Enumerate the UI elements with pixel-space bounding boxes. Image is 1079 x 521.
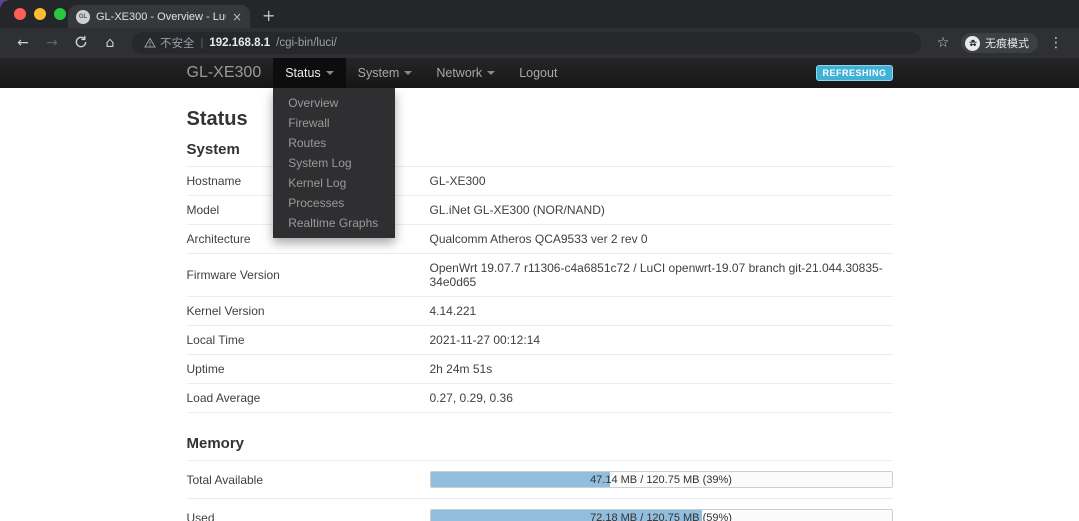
nav-item-label: Status xyxy=(285,66,320,80)
table-row: Kernel Version4.14.221 xyxy=(187,297,893,326)
browser-tab[interactable]: GL GL-XE300 - Overview - LuCI × xyxy=(68,5,250,28)
url-host: 192.168.8.1 xyxy=(209,37,270,49)
row-label: Uptime xyxy=(187,362,430,376)
incognito-badge: 无痕模式 xyxy=(961,33,1038,53)
bookmark-star-icon[interactable]: ☆ xyxy=(932,36,954,50)
memory-section-heading: Memory xyxy=(187,435,893,460)
navbar-menu: StatusOverviewFirewallRoutesSystem LogKe… xyxy=(273,58,569,88)
nav-item-network[interactable]: Network xyxy=(424,58,507,88)
incognito-label: 无痕模式 xyxy=(985,35,1029,51)
row-value: Qualcomm Atheros QCA9533 ver 2 rev 0 xyxy=(430,232,893,246)
table-row: Local Time2021-11-27 00:12:14 xyxy=(187,326,893,355)
progress-text: 72.18 MB / 120.75 MB (59%) xyxy=(431,510,892,521)
url-separator: | xyxy=(201,37,204,49)
dropdown-item-kernel-log[interactable]: Kernel Log xyxy=(273,173,395,193)
zoom-window-button[interactable] xyxy=(54,8,66,20)
table-row: Used72.18 MB / 120.75 MB (59%) xyxy=(187,499,893,521)
nav-item-system[interactable]: System xyxy=(346,58,425,88)
macos-traffic-lights xyxy=(14,8,66,20)
incognito-icon xyxy=(965,36,980,51)
address-bar[interactable]: 不安全 | 192.168.8.1 /cgi-bin/luci/ xyxy=(132,32,921,54)
row-value: 2021-11-27 00:12:14 xyxy=(430,333,893,347)
nav-item-label: Network xyxy=(436,66,482,80)
row-value: 0.27, 0.29, 0.36 xyxy=(430,391,893,405)
home-icon[interactable]: ⌂ xyxy=(99,36,121,50)
row-value: GL-XE300 xyxy=(430,174,893,188)
url-path: /cgi-bin/luci/ xyxy=(276,37,337,49)
table-row: Uptime2h 24m 51s xyxy=(187,355,893,384)
row-label: Used xyxy=(187,511,430,521)
security-warning-label: 不安全 xyxy=(160,35,195,51)
row-label: Load Average xyxy=(187,391,430,405)
minimize-window-button[interactable] xyxy=(34,8,46,20)
chevron-down-icon xyxy=(326,71,334,75)
dropdown-item-processes[interactable]: Processes xyxy=(273,193,395,213)
row-value: OpenWrt 19.07.7 r11306-c4a6851c72 / LuCI… xyxy=(430,261,893,289)
memory-progress-bar: 47.14 MB / 120.75 MB (39%) xyxy=(430,471,893,488)
warning-triangle-icon xyxy=(144,37,156,49)
nav-item-status[interactable]: StatusOverviewFirewallRoutesSystem LogKe… xyxy=(273,58,345,88)
memory-progress-bar: 72.18 MB / 120.75 MB (59%) xyxy=(430,509,893,521)
row-value: 4.14.221 xyxy=(430,304,893,318)
table-row: Load Average0.27, 0.29, 0.36 xyxy=(187,384,893,413)
tab-favicon-icon: GL xyxy=(76,10,90,24)
refreshing-badge: REFRESHING xyxy=(816,65,892,81)
row-label: Local Time xyxy=(187,333,430,347)
memory-table: Total Available47.14 MB / 120.75 MB (39%… xyxy=(187,460,893,521)
row-label: Firmware Version xyxy=(187,268,430,282)
progress-text: 47.14 MB / 120.75 MB (39%) xyxy=(431,472,892,487)
row-label: Total Available xyxy=(187,473,430,487)
tab-close-icon[interactable]: × xyxy=(232,11,242,23)
back-icon[interactable]: ← xyxy=(12,36,34,50)
nav-item-label: System xyxy=(358,66,400,80)
chevron-down-icon xyxy=(487,71,495,75)
nav-item-logout[interactable]: Logout xyxy=(507,58,569,88)
dropdown-item-firewall[interactable]: Firewall xyxy=(273,113,395,133)
dropdown-item-realtime-graphs[interactable]: Realtime Graphs xyxy=(273,213,395,233)
status-dropdown-menu: OverviewFirewallRoutesSystem LogKernel L… xyxy=(273,88,395,238)
browser-menu-icon[interactable]: ⋮ xyxy=(1045,36,1067,50)
new-tab-button[interactable]: + xyxy=(262,8,275,24)
dropdown-item-overview[interactable]: Overview xyxy=(273,93,395,113)
table-row: Firmware VersionOpenWrt 19.07.7 r11306-c… xyxy=(187,254,893,297)
dropdown-item-routes[interactable]: Routes xyxy=(273,133,395,153)
tab-title: GL-XE300 - Overview - LuCI xyxy=(96,11,226,23)
browser-tabstrip: GL GL-XE300 - Overview - LuCI × + xyxy=(0,0,1079,28)
nav-item-label: Logout xyxy=(519,66,557,80)
chevron-down-icon xyxy=(404,71,412,75)
row-value: GL.iNet GL-XE300 (NOR/NAND) xyxy=(430,203,893,217)
browser-toolbar: ← → ⌂ 不安全 | 192.168.8.1 /cgi-bin/luci/ ☆… xyxy=(0,28,1079,58)
dropdown-item-system-log[interactable]: System Log xyxy=(273,153,395,173)
luci-navbar: GL-XE300 StatusOverviewFirewallRoutesSys… xyxy=(0,58,1079,88)
close-window-button[interactable] xyxy=(14,8,26,20)
forward-icon[interactable]: → xyxy=(41,36,63,50)
row-value: 2h 24m 51s xyxy=(430,362,893,376)
brand-logo[interactable]: GL-XE300 xyxy=(187,58,262,88)
row-label: Kernel Version xyxy=(187,304,430,318)
security-warning[interactable]: 不安全 xyxy=(144,35,195,51)
reload-icon[interactable] xyxy=(70,35,92,51)
table-row: Total Available47.14 MB / 120.75 MB (39%… xyxy=(187,461,893,499)
